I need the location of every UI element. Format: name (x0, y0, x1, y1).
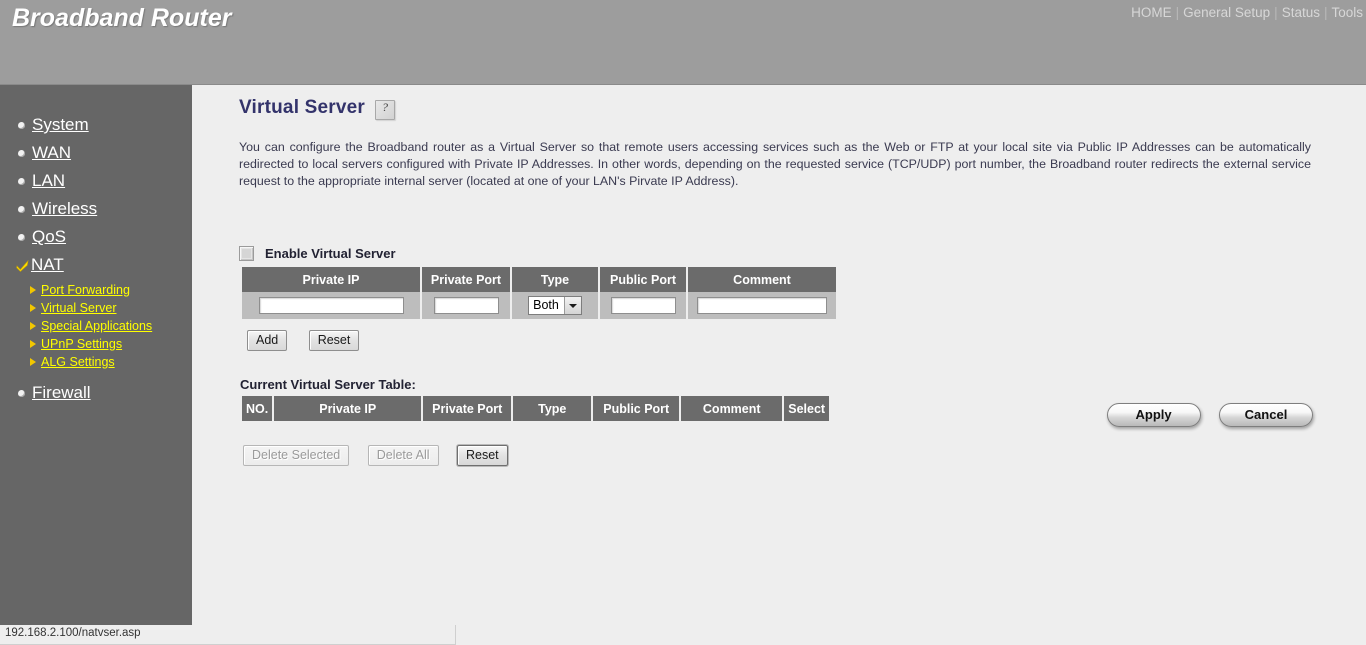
entry-cell-public-port (600, 292, 686, 319)
status-bar-url: 192.168.2.100/natvser.asp (5, 627, 141, 639)
sidebar-subitem-label: Port Forwarding (41, 283, 130, 297)
cancel-button[interactable]: Cancel (1219, 403, 1313, 427)
virtual-server-entry-table: Private IP Private Port Type Public Port… (240, 267, 838, 319)
sidebar-item-system[interactable]: System (0, 111, 192, 139)
sidebar: System WAN LAN Wireless QoS NAT Port For… (0, 85, 192, 625)
entry-header-type: Type (512, 267, 598, 292)
apply-button[interactable]: Apply (1106, 403, 1201, 427)
entry-cell-private-port (422, 292, 510, 319)
nav-link-tools[interactable]: Tools (1328, 5, 1366, 20)
router-admin-page: Broadband Router HOME | General Setup | Stat… (0, 0, 1366, 645)
triangle-marker-icon (30, 358, 36, 366)
bullet-icon (18, 205, 25, 213)
bullet-icon (18, 177, 25, 185)
main-content: Virtual Server ? You can configure the B… (192, 85, 1366, 625)
current-table-header-row: NO. Private IP Private Port Type Public … (242, 396, 830, 421)
current-header-public-port: Public Port (593, 396, 680, 421)
entry-header-private-port: Private Port (422, 267, 510, 292)
sidebar-item-qos[interactable]: QoS (0, 223, 192, 251)
enable-virtual-server-label: Enable Virtual Server (265, 246, 396, 261)
sidebar-subitem-label: Virtual Server (41, 301, 117, 315)
sidebar-item-label: NAT (31, 255, 64, 274)
delete-all-button[interactable]: Delete All (367, 445, 439, 466)
sidebar-item-label: Wireless (32, 199, 98, 218)
private-ip-input[interactable] (258, 297, 404, 314)
checkmark-icon (16, 259, 29, 272)
page-title: Virtual Server (239, 96, 366, 118)
bullet-icon (18, 121, 25, 129)
triangle-marker-icon (30, 340, 36, 348)
sidebar-item-nat[interactable]: NAT (0, 251, 192, 279)
sidebar-item-firewall[interactable]: Firewall (0, 379, 192, 407)
entry-cell-comment (688, 292, 836, 319)
current-header-private-port: Private Port (423, 396, 512, 421)
help-glyph: ? (382, 100, 389, 114)
entry-cell-private-ip (242, 292, 420, 319)
sidebar-item-alg-settings[interactable]: ALG Settings (30, 353, 192, 371)
help-question-mark-icon[interactable]: ? (375, 100, 396, 120)
brand-title: Broadband Router (12, 4, 232, 32)
sidebar-item-wan[interactable]: WAN (0, 139, 192, 167)
reset-entry-button[interactable]: Reset (308, 330, 360, 351)
add-button[interactable]: Add (247, 330, 288, 351)
sidebar-subnav-nat: Port Forwarding Virtual Server Special A… (0, 281, 192, 371)
nav-link-status[interactable]: Status (1279, 5, 1323, 20)
enable-virtual-server-checkbox[interactable] (239, 246, 254, 261)
delete-selected-button[interactable]: Delete Selected (243, 445, 350, 466)
sidebar-subitem-label: Special Applications (41, 319, 153, 333)
entry-header-comment: Comment (688, 267, 836, 292)
sidebar-subitem-label: UPnP Settings (41, 337, 123, 351)
triangle-marker-icon (30, 286, 36, 294)
nav-link-general-setup[interactable]: General Setup (1180, 5, 1273, 20)
current-header-comment: Comment (681, 396, 783, 421)
current-table-label: Current Virtual Server Table: (240, 377, 416, 392)
sidebar-item-label: LAN (32, 171, 66, 190)
nav-link-home[interactable]: HOME (1128, 5, 1175, 20)
private-port-input[interactable] (433, 297, 499, 314)
page-title-row: Virtual Server ? (239, 95, 396, 120)
sidebar-item-special-applications[interactable]: Special Applications (30, 317, 192, 335)
entry-table-header-row: Private IP Private Port Type Public Port… (242, 267, 836, 292)
sidebar-item-virtual-server[interactable]: Virtual Server (30, 299, 192, 317)
current-header-type: Type (513, 396, 592, 421)
entry-header-public-port: Public Port (600, 267, 686, 292)
status-text-box: 192.168.2.100/natvser.asp (0, 625, 456, 645)
top-navigation: HOME | General Setup | Status | Tools (1128, 5, 1366, 20)
triangle-marker-icon (30, 322, 36, 330)
type-select-value: Both (529, 297, 564, 314)
bullet-icon (18, 233, 25, 241)
entry-header-private-ip: Private IP (242, 267, 420, 292)
form-submit-buttons: Apply Cancel (1093, 403, 1313, 427)
sidebar-item-port-forwarding[interactable]: Port Forwarding (30, 281, 192, 299)
entry-table-input-row: Both (242, 292, 836, 319)
current-header-no: NO. (242, 396, 273, 421)
reset-table-button[interactable]: Reset (456, 445, 508, 466)
bullet-icon (18, 389, 25, 397)
chevron-down-icon[interactable] (563, 297, 581, 314)
table-action-buttons: Delete Selected Delete All Reset (243, 445, 522, 466)
sidebar-item-upnp-settings[interactable]: UPnP Settings (30, 335, 192, 353)
type-select[interactable]: Both (528, 296, 582, 315)
entry-cell-type: Both (512, 292, 598, 319)
page-header: Broadband Router HOME | General Setup | Stat… (0, 0, 1366, 85)
comment-input[interactable] (697, 297, 827, 314)
sidebar-item-label: WAN (32, 143, 72, 162)
bullet-icon (18, 149, 25, 157)
current-header-private-ip: Private IP (274, 396, 422, 421)
enable-virtual-server-row[interactable]: Enable Virtual Server (239, 246, 396, 261)
sidebar-item-lan[interactable]: LAN (0, 167, 192, 195)
sidebar-item-label: Firewall (32, 383, 91, 402)
public-port-input[interactable] (610, 297, 676, 314)
sidebar-item-wireless[interactable]: Wireless (0, 195, 192, 223)
current-header-select: Select (784, 396, 830, 421)
current-virtual-server-table: NO. Private IP Private Port Type Public … (240, 396, 831, 421)
browser-status-bar: 192.168.2.100/natvser.asp (0, 625, 1366, 645)
entry-action-buttons: Add Reset (247, 330, 376, 351)
sidebar-item-label: QoS (32, 227, 67, 246)
sidebar-item-label: System (32, 115, 89, 134)
nav-separator: | (1274, 5, 1278, 20)
triangle-marker-icon (30, 304, 36, 312)
page-description: You can configure the Broadband router a… (239, 140, 1311, 188)
sidebar-subitem-label: ALG Settings (41, 355, 115, 369)
